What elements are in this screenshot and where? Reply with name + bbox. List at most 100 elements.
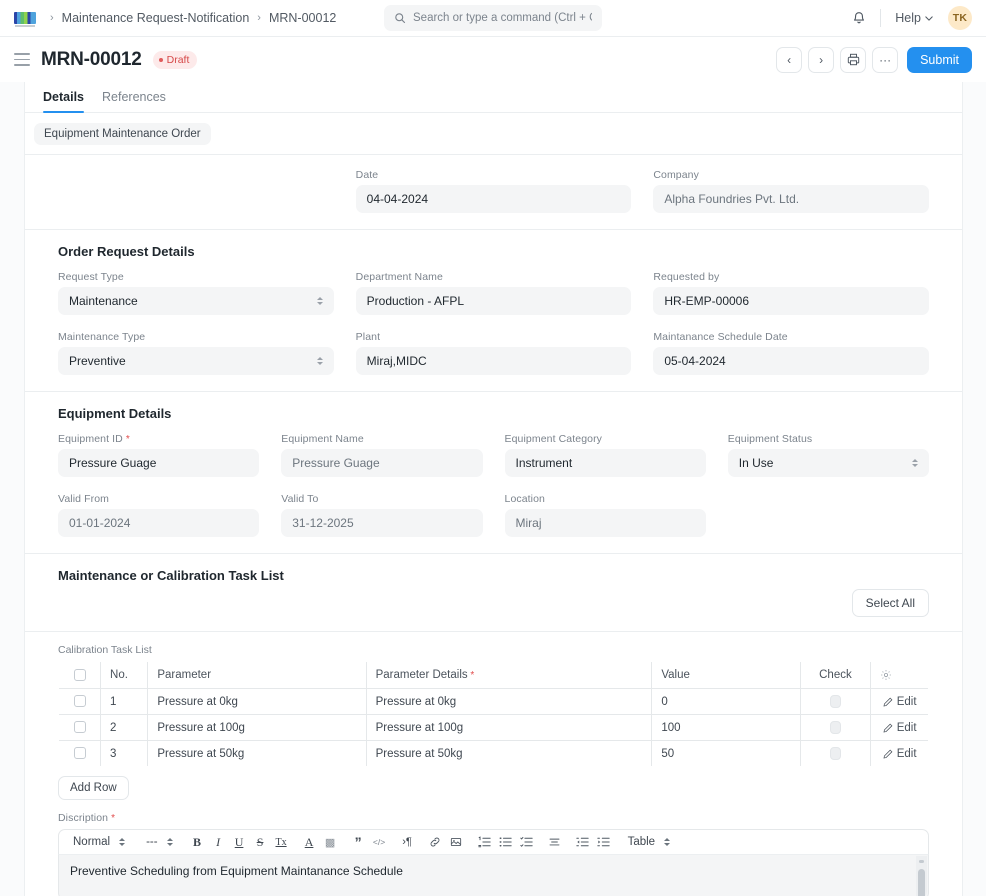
gear-icon[interactable]: [880, 669, 919, 681]
table-row[interactable]: 2 Pressure at 100g Pressure at 100g 100 …: [59, 714, 928, 741]
row-check-cell[interactable]: [800, 740, 872, 766]
field-company-input[interactable]: Alpha Foundries Pvt. Ltd.: [653, 185, 929, 213]
font-color-icon[interactable]: A: [299, 832, 320, 853]
row-edit-cell[interactable]: Edit: [871, 741, 928, 767]
field-maintanance-schedule-date-input[interactable]: 05-04-2024: [653, 347, 929, 375]
search-input[interactable]: [413, 12, 592, 24]
bell-icon[interactable]: [846, 5, 872, 31]
tab-details[interactable]: Details: [34, 90, 93, 113]
underline-icon[interactable]: U: [229, 832, 250, 853]
table-header-select-all[interactable]: [59, 662, 102, 689]
next-document-button[interactable]: ›: [808, 46, 835, 73]
select-all-button[interactable]: Select All: [851, 589, 929, 617]
indent-icon[interactable]: [593, 832, 614, 853]
row-check-cell[interactable]: [800, 688, 872, 715]
row-value[interactable]: 50: [651, 740, 801, 766]
strikethrough-icon[interactable]: S: [250, 832, 271, 853]
field-equipment-name-input[interactable]: Pressure Guage: [281, 449, 483, 477]
row-parameter[interactable]: Pressure at 100g: [147, 714, 367, 741]
submit-button[interactable]: Submit: [907, 46, 972, 73]
more-options-button[interactable]: ···: [872, 46, 899, 73]
check-toggle-icon[interactable]: [829, 747, 841, 760]
description-editor-text[interactable]: Preventive Scheduling from Equipment Mai…: [70, 864, 403, 878]
table-row[interactable]: 3 Pressure at 50kg Pressure at 50kg 50 E…: [59, 740, 928, 767]
bullet-list-icon[interactable]: [495, 832, 516, 853]
checkbox-icon[interactable]: [73, 747, 86, 760]
row-parameter[interactable]: Pressure at 50kg: [147, 740, 367, 766]
bold-icon[interactable]: B: [187, 832, 208, 853]
row-parameter-details[interactable]: Pressure at 0kg: [366, 688, 653, 715]
row-checkbox-cell[interactable]: [59, 714, 102, 741]
edit-button[interactable]: Edit: [880, 748, 919, 760]
section-pill-equipment-maintenance-order[interactable]: Equipment Maintenance Order: [34, 123, 211, 145]
editor-style-select[interactable]: Normal: [66, 836, 132, 848]
chevron-updown-icon: [166, 838, 173, 846]
field-maintenance-type-select[interactable]: Preventive: [58, 347, 334, 375]
row-parameter-details[interactable]: Pressure at 50kg: [366, 740, 653, 766]
italic-icon[interactable]: I: [208, 832, 229, 853]
edit-button[interactable]: Edit: [880, 722, 919, 734]
field-equipment-id-input[interactable]: Pressure Guage: [58, 449, 260, 477]
highlight-icon[interactable]: ▩: [320, 832, 341, 853]
field-maintanance-schedule-date: Maintanance Schedule Date 05-04-2024: [653, 331, 929, 375]
check-toggle-icon[interactable]: [829, 721, 841, 734]
scrollbar-thumb[interactable]: [918, 869, 925, 896]
tab-references[interactable]: References: [93, 90, 175, 112]
print-button[interactable]: [840, 46, 867, 73]
row-parameter[interactable]: Pressure at 0kg: [147, 688, 367, 715]
row-edit-cell[interactable]: Edit: [870, 688, 928, 715]
breadcrumb-item-current[interactable]: MRN-00012: [269, 11, 336, 25]
text-direction-icon[interactable]: ›¶: [397, 832, 418, 853]
editor-table-menu[interactable]: Table: [621, 836, 678, 848]
image-icon[interactable]: [446, 832, 467, 853]
help-menu[interactable]: Help: [889, 8, 939, 28]
checkbox-icon[interactable]: [73, 721, 86, 734]
avatar[interactable]: TK: [948, 6, 972, 30]
clear-format-icon[interactable]: Tx: [271, 832, 292, 853]
check-toggle-icon[interactable]: [829, 695, 841, 708]
description-editor-body[interactable]: Preventive Scheduling from Equipment Mai…: [58, 854, 929, 896]
field-plant-input[interactable]: Miraj,MIDC: [355, 347, 632, 375]
field-request-type-select[interactable]: Maintenance: [58, 287, 334, 315]
status-dot-icon: [158, 57, 163, 62]
field-location-input[interactable]: Miraj: [504, 509, 706, 537]
row-checkbox-cell[interactable]: [59, 688, 102, 715]
section-task-list: Maintenance or Calibration Task List: [25, 553, 962, 583]
field-equipment-category-input[interactable]: Instrument: [504, 449, 706, 477]
check-list-icon[interactable]: [516, 832, 537, 853]
field-valid-to-input[interactable]: 31-12-2025: [281, 509, 483, 537]
add-row-button[interactable]: Add Row: [58, 776, 129, 800]
row-checkbox-cell[interactable]: [59, 740, 102, 766]
row-no: 3: [100, 740, 149, 766]
row-value[interactable]: 100: [651, 714, 801, 741]
table-row[interactable]: 1 Pressure at 0kg Pressure at 0kg 0 Edit: [59, 688, 928, 715]
hamburger-icon[interactable]: [14, 53, 30, 66]
row-check-cell[interactable]: [800, 714, 872, 741]
field-equipment-status-select[interactable]: In Use: [727, 449, 929, 477]
blockquote-icon[interactable]: ”: [348, 832, 369, 853]
ordered-list-icon[interactable]: [474, 832, 495, 853]
link-icon[interactable]: [425, 832, 446, 853]
search-box[interactable]: [384, 5, 602, 31]
editor-font-select[interactable]: ---: [139, 836, 180, 848]
outdent-icon[interactable]: [572, 832, 593, 853]
stepper-arrows-icon: [912, 459, 918, 467]
table-header-settings[interactable]: [870, 662, 928, 689]
stepper-arrows-icon: [316, 297, 323, 305]
row-edit-cell[interactable]: Edit: [870, 714, 928, 741]
checkbox-icon[interactable]: [73, 695, 86, 708]
field-requested-by-input[interactable]: HR-EMP-00006: [653, 287, 929, 315]
edit-button[interactable]: Edit: [880, 696, 919, 708]
editor-scrollbar[interactable]: [916, 856, 927, 896]
code-block-icon[interactable]: </>: [369, 832, 390, 853]
field-department-name-input[interactable]: Production - AFPL: [355, 287, 632, 315]
breadcrumb-item-doctype[interactable]: Maintenance Request-Notification: [62, 11, 250, 25]
row-parameter-details[interactable]: Pressure at 100g: [366, 714, 653, 741]
checkbox-icon[interactable]: [73, 668, 86, 681]
frappe-logo-icon[interactable]: [14, 12, 36, 27]
align-icon[interactable]: [544, 832, 565, 853]
prev-document-button[interactable]: ‹: [776, 46, 803, 73]
field-valid-from-input[interactable]: 01-01-2024: [58, 509, 260, 537]
field-date-input[interactable]: 04-04-2024: [355, 185, 632, 213]
row-value[interactable]: 0: [651, 688, 801, 715]
